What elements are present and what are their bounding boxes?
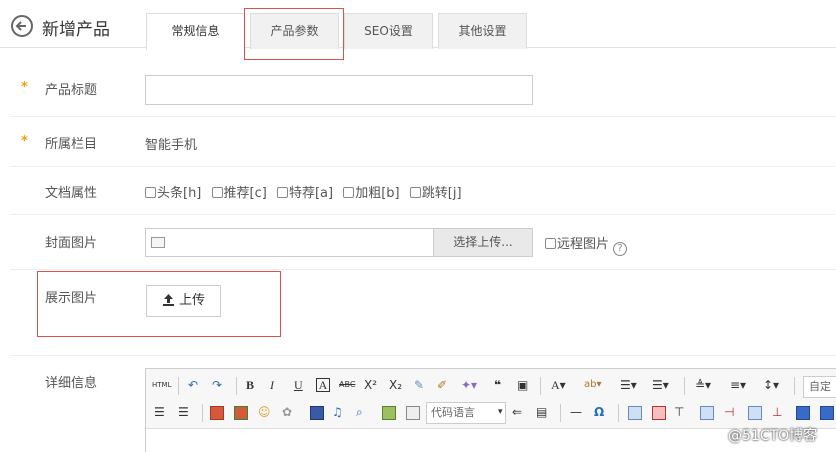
spechars-icon[interactable]: Ω: [594, 402, 604, 422]
insertparagraphbeforetable-icon[interactable]: ⊤: [674, 402, 684, 422]
rowspacingbottom-icon[interactable]: ≡▾: [730, 375, 746, 395]
attr-option-headline[interactable]: 头条[h]: [145, 182, 201, 201]
forecolor-icon[interactable]: A▾: [551, 375, 566, 395]
tab-product-params[interactable]: 产品参数: [250, 13, 339, 49]
product-title-label: 产品标题: [45, 83, 98, 98]
inserttable-icon[interactable]: [628, 406, 642, 420]
row-column: [10, 117, 836, 167]
video-icon[interactable]: [310, 406, 324, 420]
column-label: 所属栏目: [45, 137, 98, 152]
column-value: 智能手机: [145, 138, 198, 153]
redo-icon[interactable]: ↷: [212, 375, 222, 395]
bold-icon[interactable]: B: [246, 375, 254, 395]
checkbox[interactable]: [343, 187, 355, 198]
html-source-button[interactable]: HTML: [152, 375, 171, 395]
row-display-image: [10, 270, 836, 356]
formatmatch-icon[interactable]: ✐: [437, 375, 447, 395]
cover-label: 封面图片: [45, 236, 98, 251]
mergecells-icon[interactable]: [796, 406, 810, 420]
upload-icon: [162, 294, 174, 306]
music-icon[interactable]: ♫: [332, 402, 343, 422]
removeformat-icon[interactable]: ✎: [414, 375, 424, 395]
subscript-icon[interactable]: X₂: [389, 375, 402, 395]
help-icon[interactable]: ?: [613, 242, 628, 256]
image-icon[interactable]: [210, 406, 224, 420]
editor-toolbar: HTML ↶ ↷ B I U A ABC X² X₂ ✎ ✐ ✦▾ ❝ ▣ A▾…: [146, 369, 836, 429]
orderedlist-icon[interactable]: ☰▾: [620, 375, 637, 395]
pagebreak-icon[interactable]: ⇐: [512, 402, 522, 422]
scrawl-icon[interactable]: ✿: [282, 402, 292, 422]
watermark: @51CTO博客: [728, 428, 818, 444]
lineheight-icon[interactable]: ↕▾: [763, 375, 779, 395]
upload-button[interactable]: 上传: [146, 285, 221, 317]
detail-label: 详细信息: [45, 376, 98, 391]
attachment-icon[interactable]: ⌕: [356, 402, 363, 422]
tab-general[interactable]: 常规信息: [146, 13, 245, 50]
autotypeset-icon[interactable]: ✦▾: [461, 375, 477, 395]
undo-icon[interactable]: ↶: [188, 375, 198, 395]
product-title-input[interactable]: [145, 75, 533, 105]
checkbox[interactable]: [145, 187, 156, 198]
doc-attrs-options: 头条[h] 推荐[c] 特荐[a] 加粗[b] 跳转[j]: [145, 182, 468, 201]
attr-option-bold[interactable]: 加粗[b]: [343, 182, 400, 201]
attr-option-jump[interactable]: 跳转[j]: [409, 182, 462, 201]
insertrow-icon[interactable]: [700, 406, 714, 420]
center-icon[interactable]: ☰: [178, 402, 189, 422]
back-arrow-icon[interactable]: [11, 15, 33, 37]
cover-image-field[interactable]: 选择上传...: [145, 228, 533, 257]
checkbox[interactable]: [211, 187, 223, 198]
font-family-select[interactable]: 自定: [803, 376, 836, 398]
horizontal-icon[interactable]: —: [570, 402, 582, 422]
underline-icon[interactable]: U: [294, 375, 303, 395]
backcolor-icon[interactable]: ab▾: [584, 375, 602, 395]
italic-icon[interactable]: I: [270, 375, 274, 395]
deleterow-icon[interactable]: ⊣: [724, 402, 734, 422]
checkbox[interactable]: [409, 187, 421, 198]
template-icon[interactable]: ▤: [536, 402, 547, 422]
strikethrough-icon[interactable]: ABC: [339, 375, 355, 395]
map-icon[interactable]: [382, 406, 396, 420]
attr-option-recommend[interactable]: 推荐[c]: [211, 182, 267, 201]
insertcol-icon[interactable]: [748, 406, 762, 420]
tab-seo[interactable]: SEO设置: [344, 13, 433, 49]
required-mark: *: [21, 80, 28, 95]
rowspacingtop-icon[interactable]: ≜▾: [695, 375, 711, 395]
gmap-icon[interactable]: [406, 406, 420, 420]
deletecol-icon[interactable]: ⊥: [772, 402, 782, 422]
page-header: 新增产品 常规信息 产品参数 SEO设置 其他设置: [0, 0, 836, 50]
required-mark: *: [21, 134, 28, 149]
doc-attrs-label: 文档属性: [45, 186, 98, 201]
code-language-select[interactable]: 代码语言: [426, 402, 506, 424]
unorderedlist-icon[interactable]: ☰▾: [652, 375, 669, 395]
emotion-icon[interactable]: ☺: [258, 402, 271, 422]
dropdown-arrow-icon[interactable]: ▾: [498, 402, 503, 422]
attr-option-special[interactable]: 特荐[a]: [276, 182, 333, 201]
image-icon: [151, 237, 165, 248]
checkbox[interactable]: [276, 187, 288, 198]
blockquote-icon[interactable]: ❝: [494, 375, 501, 395]
fontborder-icon[interactable]: A: [316, 378, 330, 392]
page-title: 新增产品: [42, 20, 110, 40]
tab-other[interactable]: 其他设置: [438, 13, 527, 49]
remote-image-option[interactable]: 远程图片?: [545, 233, 628, 256]
splitcells-icon[interactable]: [820, 406, 834, 420]
display-label: 展示图片: [45, 291, 98, 306]
select-upload-button[interactable]: 选择上传...: [433, 229, 532, 256]
superscript-icon[interactable]: X²: [364, 375, 377, 395]
justify-icon[interactable]: ☰: [154, 402, 165, 422]
pasteplain-icon[interactable]: ▣: [517, 375, 528, 395]
multiimage-icon[interactable]: [234, 406, 248, 420]
checkbox[interactable]: [545, 238, 556, 249]
deletetable-icon[interactable]: [652, 406, 666, 420]
